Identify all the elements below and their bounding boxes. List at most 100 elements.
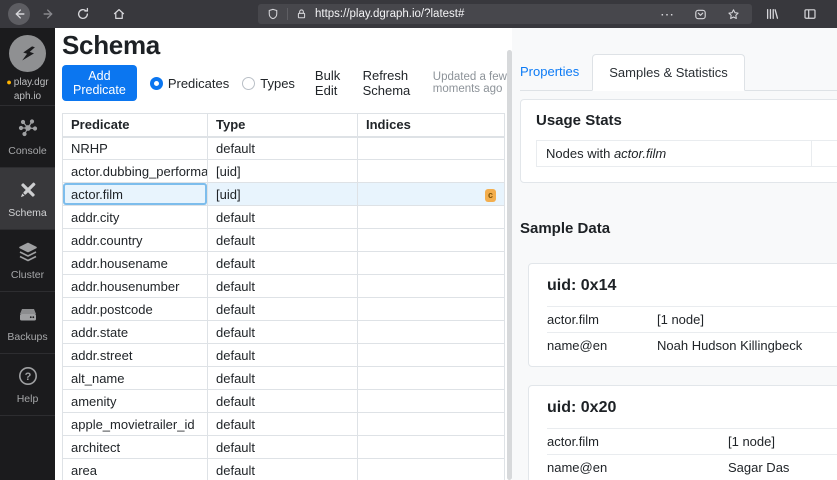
bulk-edit-button[interactable]: Bulk Edit (315, 68, 343, 98)
page-actions-icon[interactable]: ⋯ (656, 3, 678, 25)
type-cell: default (208, 206, 358, 229)
indices-cell (358, 275, 505, 298)
divider (287, 8, 288, 20)
sample-row: actor.film [1 node] (547, 428, 837, 454)
usage-stat-value (812, 141, 837, 166)
predicate-cell[interactable]: addr.street (63, 344, 208, 367)
indices-cell (358, 298, 505, 321)
library-icon[interactable] (761, 3, 783, 25)
sidebar-toggle-icon[interactable] (799, 3, 821, 25)
predicate-cell[interactable]: addr.city (63, 206, 208, 229)
table-row[interactable]: apple_movietrailer_iddefault (63, 413, 505, 436)
count-index-badge: c (485, 189, 496, 202)
address-bar[interactable]: https://play.dgraph.io/?latest# ⋯ (258, 4, 752, 24)
sample-value: Noah Hudson Killingbeck (657, 338, 802, 353)
sidebar-brand[interactable]: ●play.dgr aph.io (0, 28, 55, 106)
table-header-row: Predicate Type Indices (63, 114, 505, 137)
predicate-cell[interactable]: area (63, 459, 208, 480)
connection-status-dot: ● (6, 77, 11, 87)
table-row[interactable]: amenitydefault (63, 390, 505, 413)
table-row[interactable]: addr.streetdefault (63, 344, 505, 367)
sample-value: [1 node] (728, 434, 775, 449)
table-row[interactable]: architectdefault (63, 436, 505, 459)
tracking-shield-icon[interactable] (266, 3, 280, 25)
type-cell: default (208, 275, 358, 298)
sample-key: name@en (547, 460, 728, 475)
indices-cell (358, 229, 505, 252)
table-row[interactable]: addr.housenamedefault (63, 252, 505, 275)
table-row[interactable]: areadefault (63, 459, 505, 480)
url-text[interactable]: https://play.dgraph.io/?latest# (315, 8, 464, 20)
predicate-cell[interactable]: actor.film (63, 183, 208, 206)
layers-icon (17, 241, 39, 263)
back-icon[interactable] (8, 3, 30, 25)
sidebar-item-cluster[interactable]: Cluster (0, 230, 55, 292)
panel-scrollbar[interactable] (507, 50, 512, 480)
refresh-schema-button[interactable]: Refresh Schema (363, 68, 415, 98)
predicate-cell[interactable]: addr.country (63, 229, 208, 252)
column-header-predicate: Predicate (63, 114, 208, 137)
table-row[interactable]: addr.citydefault (63, 206, 505, 229)
predicate-cell[interactable]: architect (63, 436, 208, 459)
sample-value: Sagar Das (728, 460, 789, 475)
sidebar-item-label: Schema (8, 207, 47, 219)
sidebar-item-schema[interactable]: Schema (0, 168, 55, 230)
indices-cell (358, 459, 505, 480)
type-cell: default (208, 229, 358, 252)
usage-stats-card: Usage Stats Nodes with actor.film (520, 99, 837, 183)
table-row[interactable]: addr.countrydefault (63, 229, 505, 252)
table-row[interactable]: addr.statedefault (63, 321, 505, 344)
sample-value: [1 node] (657, 312, 704, 327)
predicates-radio[interactable]: Predicates (150, 76, 229, 91)
bookmark-star-icon[interactable] (722, 3, 744, 25)
table-row[interactable]: actor.dubbing_performances[uid] (63, 160, 505, 183)
column-header-type: Type (208, 114, 358, 137)
sample-key: actor.film (547, 434, 728, 449)
add-predicate-button[interactable]: Add Predicate (62, 65, 137, 101)
predicate-cell[interactable]: addr.housenumber (63, 275, 208, 298)
usage-stats-row: Nodes with actor.film (536, 140, 837, 167)
table-row[interactable]: addr.postcodedefault (63, 298, 505, 321)
predicate-cell[interactable]: NRHP (63, 137, 208, 160)
sample-key: name@en (547, 338, 657, 353)
type-cell: default (208, 321, 358, 344)
indices-cell (358, 390, 505, 413)
reload-icon[interactable] (72, 3, 94, 25)
help-question-icon: ? (17, 365, 39, 387)
indices-cell (358, 321, 505, 344)
console-graph-icon (17, 117, 39, 139)
types-radio[interactable]: Types (242, 76, 295, 91)
predicate-cell[interactable]: actor.dubbing_performances (63, 160, 208, 183)
sample-data-cards: uid: 0x14 actor.film [1 node] name@en No… (528, 263, 837, 480)
type-cell: default (208, 390, 358, 413)
tab-properties[interactable]: Properties (520, 54, 592, 90)
sample-row: actor.film [1 node] (547, 306, 837, 332)
sample-node-card: uid: 0x20 actor.film [1 node] name@en Sa… (528, 385, 837, 480)
predicate-cell[interactable]: addr.state (63, 321, 208, 344)
tab-samples-statistics[interactable]: Samples & Statistics (592, 54, 745, 91)
types-radio-label: Types (260, 76, 295, 91)
forward-icon[interactable] (38, 3, 60, 25)
predicate-cell[interactable]: apple_movietrailer_id (63, 413, 208, 436)
table-row[interactable]: NRHPdefault (63, 137, 505, 160)
predicate-name-italic: actor.film (614, 146, 666, 161)
predicate-cell[interactable]: amenity (63, 390, 208, 413)
dgraph-logo-icon (9, 35, 46, 72)
type-cell: default (208, 137, 358, 160)
sidebar-item-backups[interactable]: Backups (0, 292, 55, 354)
table-row[interactable]: addr.housenumberdefault (63, 275, 505, 298)
predicates-radio-label: Predicates (168, 76, 229, 91)
home-icon[interactable] (108, 3, 130, 25)
sidebar: ●play.dgr aph.io Console Schema Cluster (0, 28, 55, 480)
sidebar-item-help[interactable]: ? Help (0, 354, 55, 416)
table-row-selected[interactable]: actor.film[uid] c (63, 183, 505, 206)
predicate-cell[interactable]: alt_name (63, 367, 208, 390)
predicate-cell[interactable]: addr.housename (63, 252, 208, 275)
table-row[interactable]: alt_namedefault (63, 367, 505, 390)
server-url-label: ●play.dgr aph.io (6, 76, 48, 103)
sidebar-item-console[interactable]: Console (0, 106, 55, 168)
schema-toolbar: Add Predicate Predicates Types Bulk Edit… (62, 65, 512, 101)
pocket-icon[interactable] (689, 3, 711, 25)
predicate-cell[interactable]: addr.postcode (63, 298, 208, 321)
type-cell: [uid] (208, 183, 358, 206)
